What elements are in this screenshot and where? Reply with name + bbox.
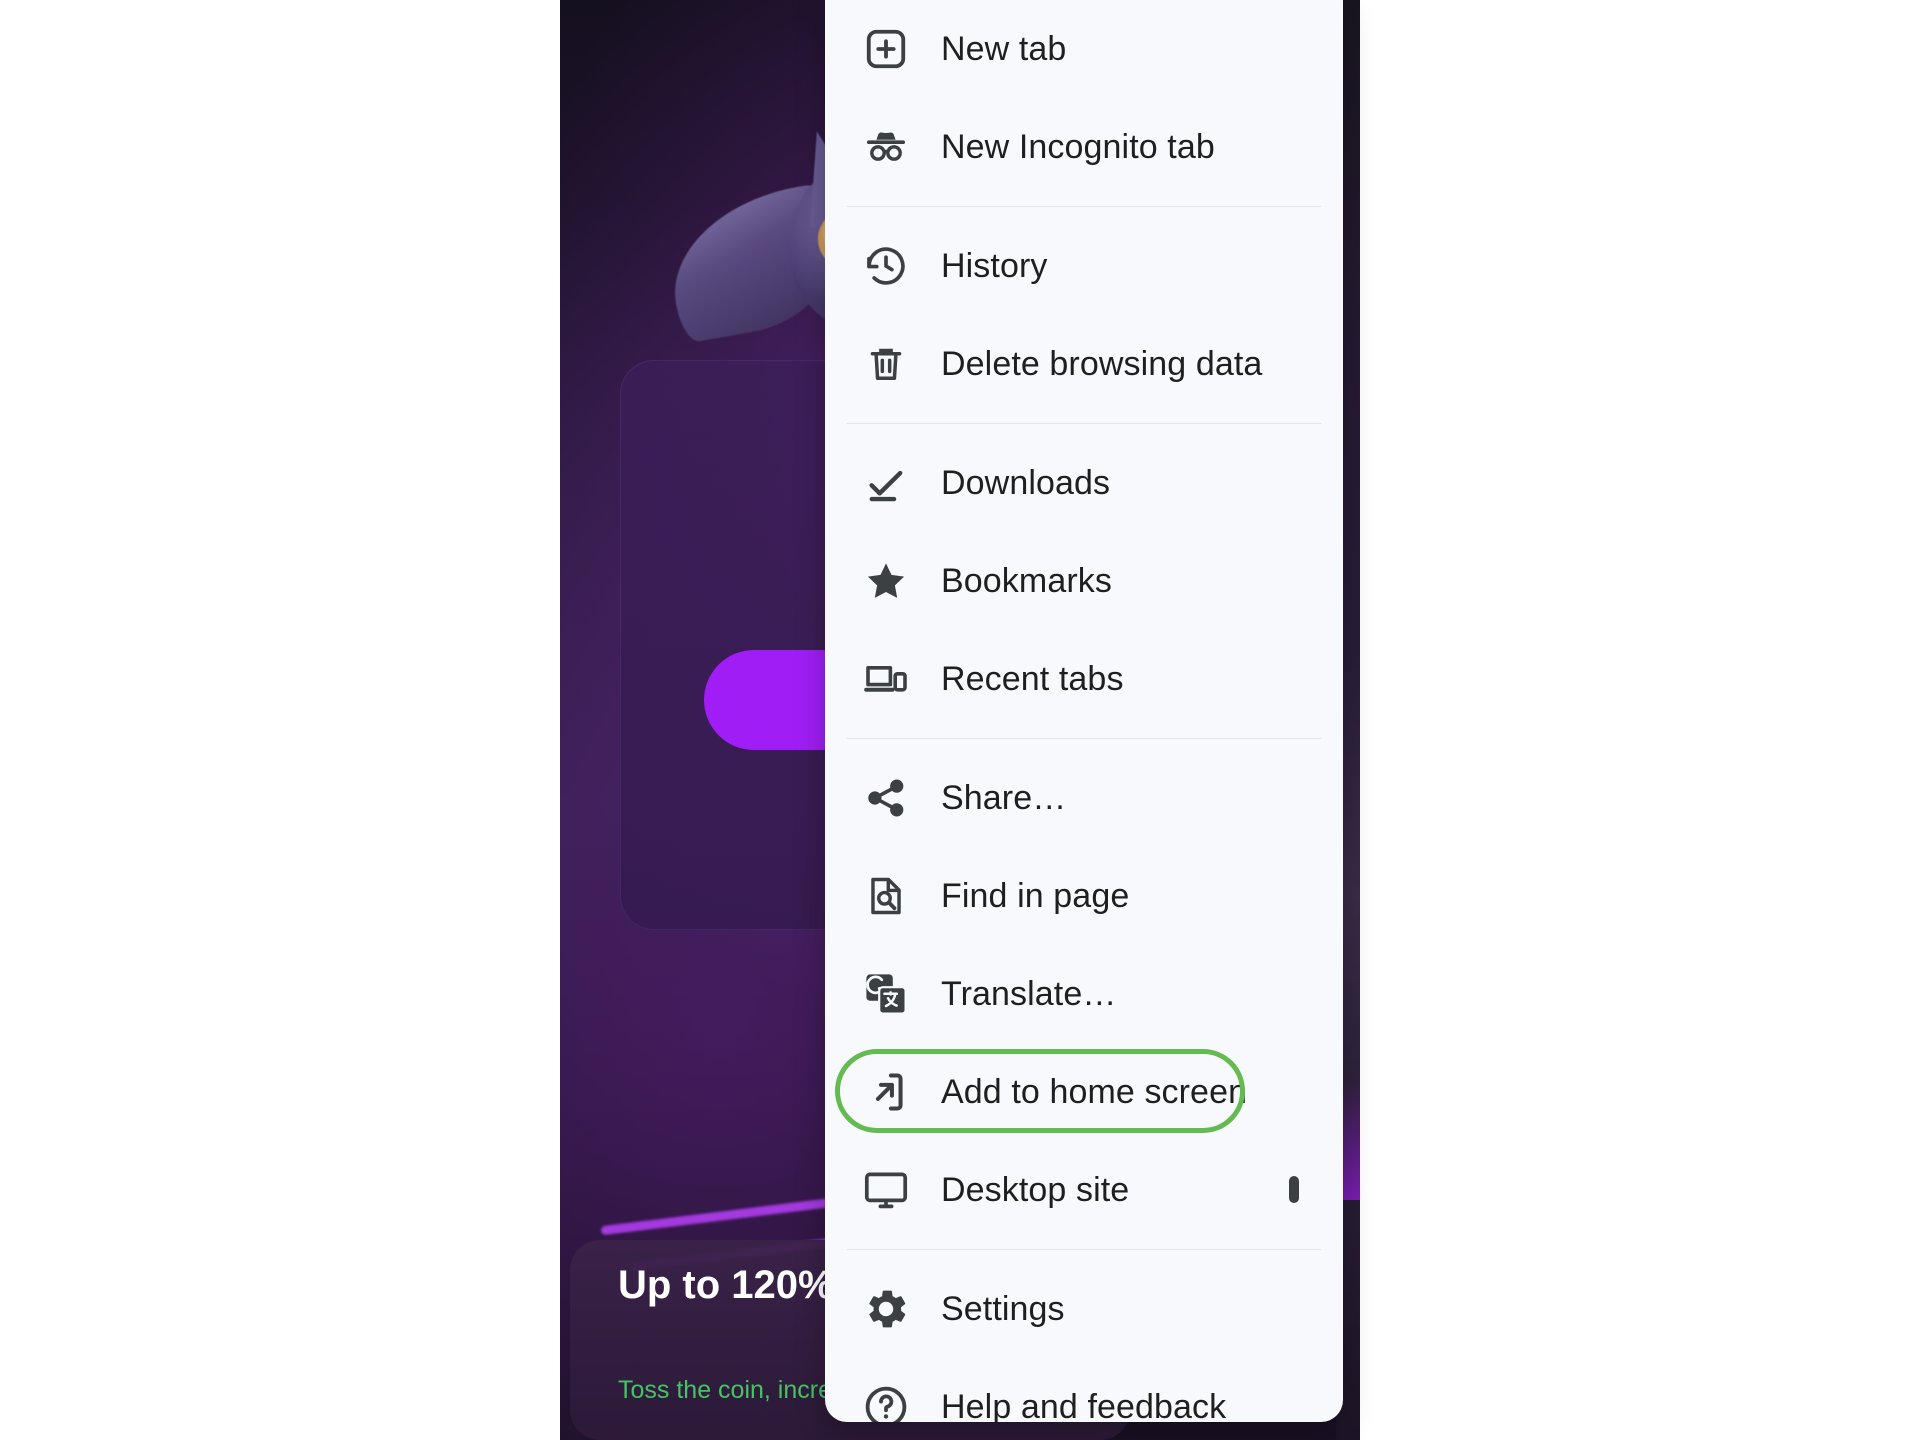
menu-item-label: Help and feedback — [941, 1387, 1227, 1423]
menu-item-desktop-site[interactable]: Desktop site — [825, 1141, 1343, 1239]
menu-item-history[interactable]: History — [825, 217, 1343, 315]
screen: 100 1 ON B Up to 120% Rakeback Toss the … — [0, 0, 1920, 1440]
menu-item-label: Find in page — [941, 876, 1130, 915]
menu-item-label: Recent tabs — [941, 659, 1124, 698]
menu-item-delete-browsing-data[interactable]: Delete browsing data — [825, 315, 1343, 413]
menu-item-new-incognito-tab[interactable]: New Incognito tab — [825, 98, 1343, 196]
menu-item-downloads[interactable]: Downloads — [825, 434, 1343, 532]
menu-item-bookmarks[interactable]: Bookmarks — [825, 532, 1343, 630]
add-to-home-screen-icon — [861, 1067, 911, 1117]
menu-item-label: New Incognito tab — [941, 127, 1215, 166]
menu-item-label: Add to home screen — [941, 1072, 1248, 1111]
menu-item-label: Delete browsing data — [941, 344, 1263, 383]
star-icon — [861, 556, 911, 606]
trash-icon — [861, 339, 911, 389]
find-in-page-icon — [861, 871, 911, 921]
menu-item-find-in-page[interactable]: Find in page — [825, 847, 1343, 945]
menu-divider — [847, 423, 1321, 424]
menu-item-label: History — [941, 246, 1048, 285]
menu-item-label: Share… — [941, 778, 1067, 817]
menu-item-add-to-home-screen[interactable]: Add to home screen — [825, 1043, 1343, 1141]
gear-icon — [861, 1284, 911, 1334]
incognito-icon — [861, 122, 911, 172]
menu-item-label: Desktop site — [941, 1170, 1130, 1209]
menu-item-recent-tabs[interactable]: Recent tabs — [825, 630, 1343, 728]
menu-divider — [847, 738, 1321, 739]
download-check-icon — [861, 458, 911, 508]
history-icon — [861, 241, 911, 291]
menu-item-label: Translate… — [941, 974, 1117, 1013]
menu-item-label: New tab — [941, 29, 1067, 68]
devices-icon — [861, 654, 911, 704]
menu-item-share[interactable]: Share… — [825, 749, 1343, 847]
desktop-site-checkbox[interactable] — [1289, 1176, 1299, 1203]
new-tab-icon — [861, 24, 911, 74]
share-icon — [861, 773, 911, 823]
menu-item-label: Settings — [941, 1289, 1065, 1328]
menu-item-settings[interactable]: Settings — [825, 1260, 1343, 1358]
checkbox-box — [1289, 1176, 1299, 1203]
help-circle-icon — [861, 1382, 911, 1422]
desktop-icon — [861, 1165, 911, 1215]
menu-item-new-tab[interactable]: New tab — [825, 0, 1343, 98]
rakeback-subtitle: Toss the coin, incre — [618, 1376, 832, 1404]
menu-item-translate[interactable]: Translate… — [825, 945, 1343, 1043]
menu-item-label: Downloads — [941, 463, 1111, 502]
translate-icon — [861, 969, 911, 1019]
chrome-overflow-menu: New tab New Incognito tab History Delete… — [825, 0, 1343, 1422]
menu-divider — [847, 1249, 1321, 1250]
menu-item-label: Bookmarks — [941, 561, 1112, 600]
menu-item-help-and-feedback[interactable]: Help and feedback — [825, 1358, 1343, 1422]
menu-divider — [847, 206, 1321, 207]
